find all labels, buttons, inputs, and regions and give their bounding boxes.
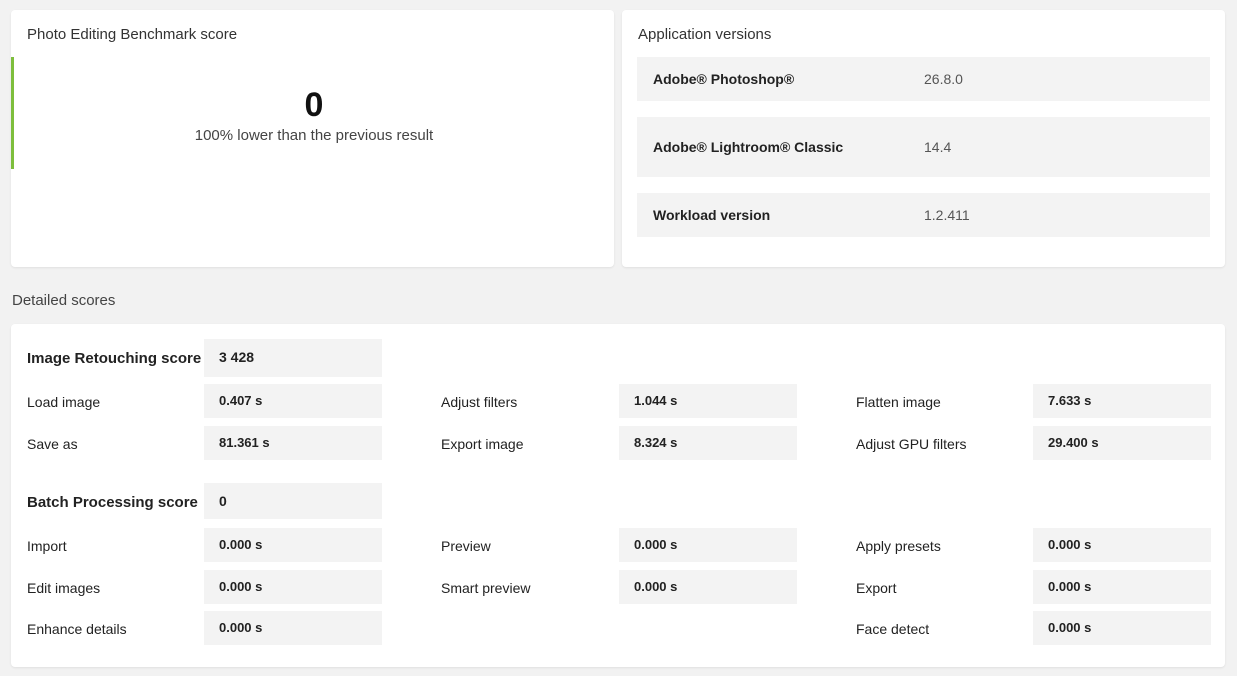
metric-label-edit-images: Edit images xyxy=(27,580,101,596)
metric-label-adjust-filters: Adjust filters xyxy=(441,394,518,410)
metric-box-export-image: 8.324 s xyxy=(619,426,797,460)
retouching-score-value: 3 428 xyxy=(219,349,255,365)
metric-value: 0.000 s xyxy=(1048,620,1092,635)
metric-label-save-as: Save as xyxy=(27,436,78,452)
metric-value: 0.000 s xyxy=(634,579,678,594)
benchmark-score-card: Photo Editing Benchmark score 0 100% low… xyxy=(11,10,614,267)
metric-box-preview: 0.000 s xyxy=(619,528,797,562)
metric-value: 81.361 s xyxy=(219,435,270,450)
metric-box-apply-presets: 0.000 s xyxy=(1033,528,1211,562)
benchmark-score-value: 0 xyxy=(304,86,324,124)
metric-label-preview: Preview xyxy=(441,538,491,554)
metric-box-face-detect: 0.000 s xyxy=(1033,611,1211,645)
batch-score-box: 0 xyxy=(204,483,382,519)
metric-box-save-as: 81.361 s xyxy=(204,426,382,460)
metric-label-face-detect: Face detect xyxy=(856,621,930,637)
application-versions-card: Application versions Adobe® Photoshop® 2… xyxy=(622,10,1225,267)
metric-box-smart-preview: 0.000 s xyxy=(619,570,797,604)
version-name: Workload version xyxy=(653,207,771,223)
detailed-scores-card: Image Retouching score 3 428 Load image … xyxy=(11,324,1225,667)
metric-label-enhance-details: Enhance details xyxy=(27,621,127,637)
batch-score-label: Batch Processing score xyxy=(27,494,198,511)
metric-label-apply-presets: Apply presets xyxy=(856,538,941,554)
metric-value: 0.407 s xyxy=(219,393,263,408)
metric-label-load-image: Load image xyxy=(27,394,101,410)
metric-box-adjust-filters: 1.044 s xyxy=(619,384,797,418)
metric-label-adjust-gpu-filters: Adjust GPU filters xyxy=(856,436,967,452)
metric-label-flatten-image: Flatten image xyxy=(856,394,941,410)
metric-value: 1.044 s xyxy=(634,393,678,408)
version-row-lightroom: Adobe® Lightroom® Classic 14.4 xyxy=(637,117,1210,177)
metric-label-import: Import xyxy=(27,538,67,554)
metric-value: 7.633 s xyxy=(1048,393,1092,408)
metric-value: 8.324 s xyxy=(634,435,678,450)
retouching-score-box: 3 428 xyxy=(204,339,382,377)
version-value: 26.8.0 xyxy=(924,71,963,87)
version-row-workload: Workload version 1.2.411 xyxy=(637,193,1210,237)
score-highlight: 0 100% lower than the previous result xyxy=(11,57,614,169)
metric-box-load-image: 0.407 s xyxy=(204,384,382,418)
version-name: Adobe® Lightroom® Classic xyxy=(653,139,844,155)
score-comparison-text: 100% lower than the previous result xyxy=(194,127,434,144)
version-value: 14.4 xyxy=(924,139,952,155)
score-card-title: Photo Editing Benchmark score xyxy=(27,26,238,43)
metric-value: 0.000 s xyxy=(1048,579,1092,594)
versions-card-title: Application versions xyxy=(638,26,772,43)
metric-box-enhance-details: 0.000 s xyxy=(204,611,382,645)
metric-box-edit-images: 0.000 s xyxy=(204,570,382,604)
metric-value: 29.400 s xyxy=(1048,435,1099,450)
retouching-score-label: Image Retouching score xyxy=(27,350,202,367)
version-value: 1.2.411 xyxy=(924,207,970,223)
version-row-photoshop: Adobe® Photoshop® 26.8.0 xyxy=(637,57,1210,101)
metric-label-export: Export xyxy=(856,580,897,596)
metric-value: 0.000 s xyxy=(219,537,263,552)
metric-box-import: 0.000 s xyxy=(204,528,382,562)
metric-value: 0.000 s xyxy=(219,579,263,594)
version-name: Adobe® Photoshop® xyxy=(653,71,795,87)
metric-label-export-image: Export image xyxy=(441,436,524,452)
metric-box-flatten-image: 7.633 s xyxy=(1033,384,1211,418)
detailed-scores-title: Detailed scores xyxy=(12,292,116,309)
metric-value: 0.000 s xyxy=(634,537,678,552)
metric-box-adjust-gpu-filters: 29.400 s xyxy=(1033,426,1211,460)
metric-box-export: 0.000 s xyxy=(1033,570,1211,604)
metric-value: 0.000 s xyxy=(1048,537,1092,552)
metric-value: 0.000 s xyxy=(219,620,263,635)
metric-label-smart-preview: Smart preview xyxy=(441,580,531,596)
batch-score-value: 0 xyxy=(219,493,227,509)
